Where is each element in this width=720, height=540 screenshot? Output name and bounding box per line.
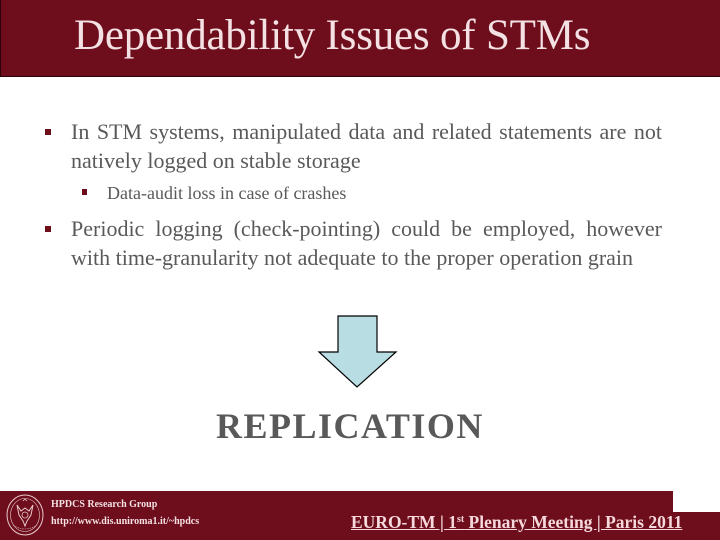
bullet-marker-icon — [45, 129, 51, 135]
university-seal-icon — [6, 494, 44, 536]
down-arrow-icon — [317, 315, 398, 388]
sub-bullet-marker-icon — [82, 189, 87, 195]
event-label: EURO-TM | 1st Plenary Meeting | Paris 20… — [351, 511, 682, 533]
research-group-name: HPDCS Research Group — [51, 499, 158, 510]
bullet-item-stm-logging: In STM systems, manipulated data and rel… — [71, 119, 662, 173]
sub-bullet-item-data-audit: Data-audit loss in case of crashes — [107, 183, 347, 203]
replication-heading: REPLICATION — [216, 406, 484, 446]
event-suffix: Plenary Meeting | Paris 2011 — [464, 512, 683, 532]
bullet-marker-icon — [45, 226, 51, 232]
title-bar: Dependability Issues of STMs — [0, 0, 720, 77]
research-group-url[interactable]: http://www.dis.uniroma1.it/~hpdcs — [51, 516, 199, 528]
event-prefix: EURO-TM | 1 — [351, 512, 457, 532]
slide-title: Dependability Issues of STMs — [74, 12, 591, 59]
bullet-item-periodic-logging: Periodic logging (check-pointing) could … — [71, 216, 662, 270]
